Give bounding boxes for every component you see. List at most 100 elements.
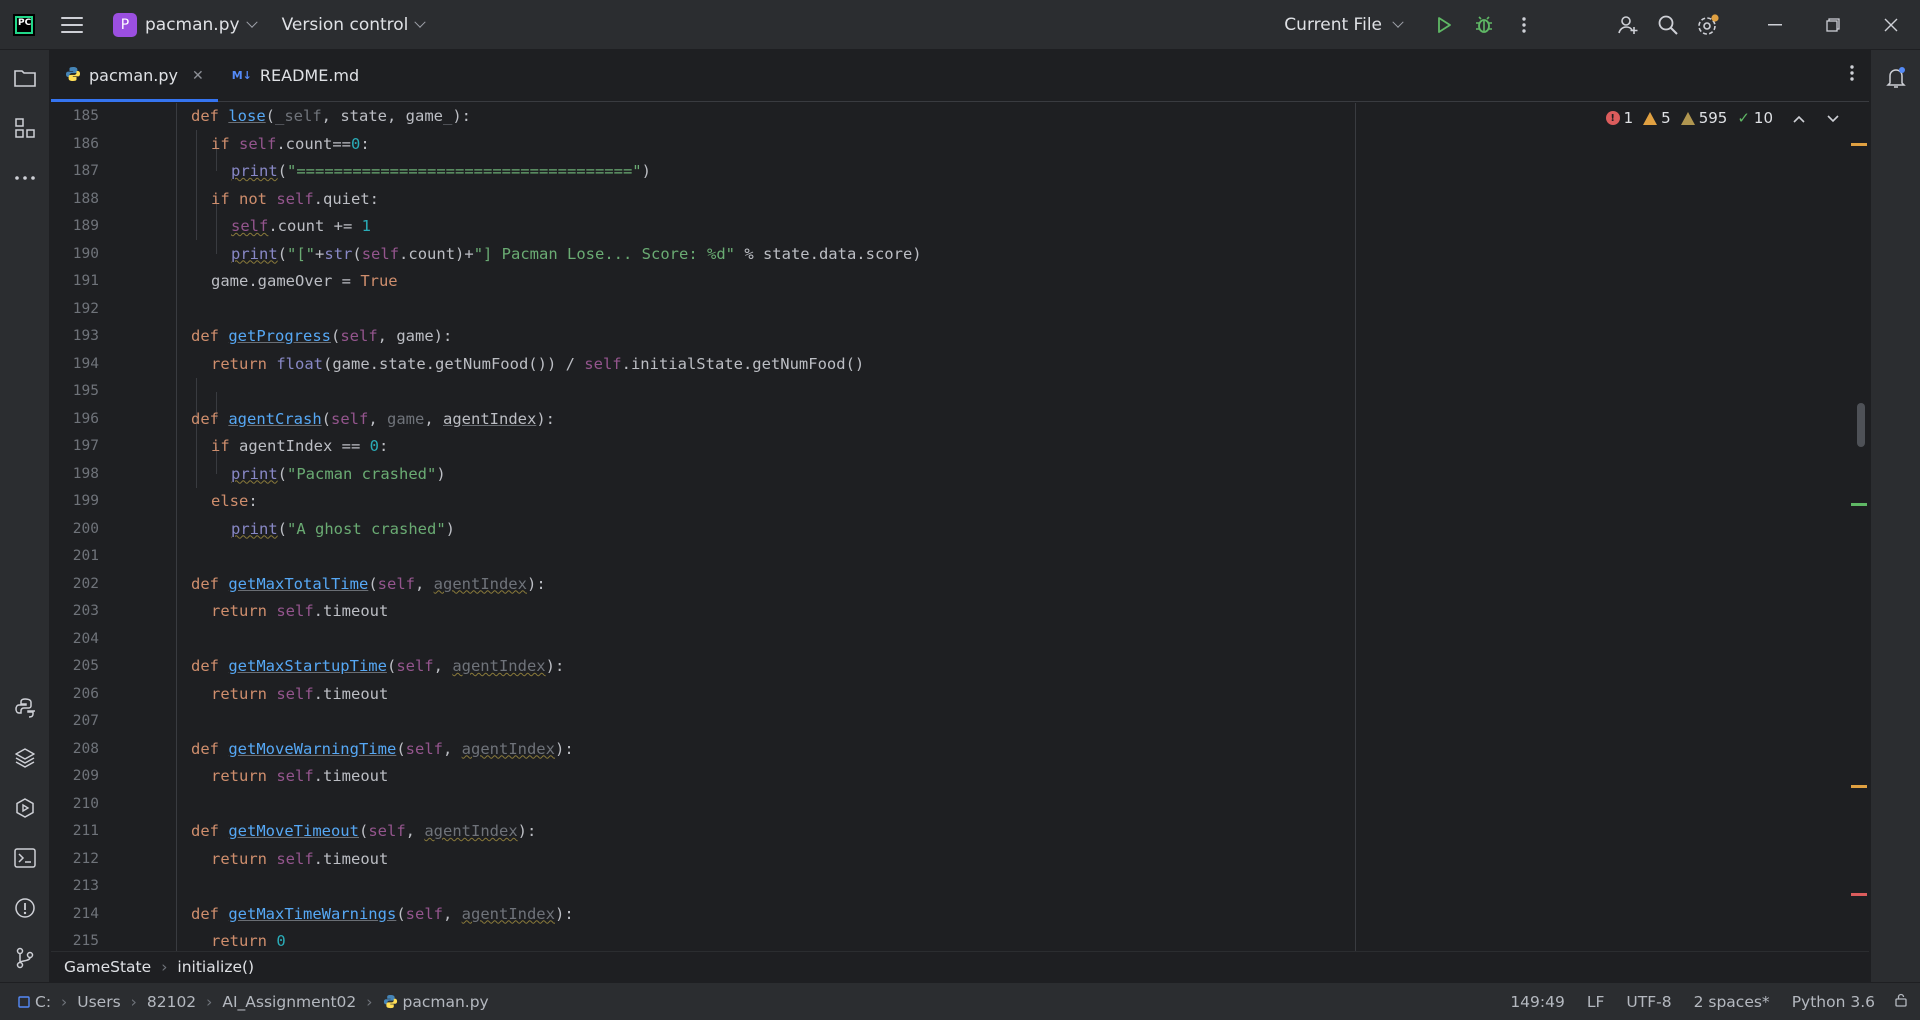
terminal-icon[interactable]: [9, 842, 41, 874]
line-number[interactable]: 210: [51, 791, 99, 819]
tab-label: README.md: [259, 66, 360, 85]
run-icon[interactable]: [1424, 5, 1464, 45]
file-encoding[interactable]: UTF-8: [1615, 993, 1682, 1011]
main-menu-icon[interactable]: [61, 16, 83, 33]
tab-options-icon[interactable]: [1849, 64, 1855, 86]
line-number[interactable]: 202: [51, 571, 99, 599]
line-number[interactable]: 195: [51, 378, 99, 406]
minimize-window-icon[interactable]: [1746, 0, 1804, 50]
line-number[interactable]: 203: [51, 598, 99, 626]
tab-readme-md[interactable]: M↓ README.md: [218, 50, 373, 101]
line-number[interactable]: 185: [51, 103, 99, 131]
line-number[interactable]: 198: [51, 461, 99, 489]
line-number[interactable]: 209: [51, 763, 99, 791]
chevron-down-icon[interactable]: [245, 16, 258, 28]
previous-highlight-icon[interactable]: [1793, 109, 1805, 127]
line-number[interactable]: 197: [51, 433, 99, 461]
python-packages-icon[interactable]: [9, 742, 41, 774]
python-console-icon[interactable]: [9, 692, 41, 724]
line-number[interactable]: 206: [51, 681, 99, 709]
vertical-scrollbar-thumb[interactable]: [1857, 403, 1865, 447]
line-number[interactable]: 211: [51, 818, 99, 846]
line-number[interactable]: 190: [51, 241, 99, 269]
line-number[interactable]: 186: [51, 131, 99, 159]
line-separator[interactable]: LF: [1576, 993, 1616, 1011]
read-only-lock-icon[interactable]: [1886, 993, 1920, 1011]
code-line: return self.timeout: [211, 849, 389, 868]
line-number[interactable]: 214: [51, 901, 99, 929]
debug-icon[interactable]: [1464, 5, 1504, 45]
more-tool-windows-icon[interactable]: [9, 162, 41, 194]
code-line: def agentCrash(self, game, agentIndex):: [191, 409, 555, 428]
caret-position[interactable]: 149:49: [1499, 993, 1576, 1011]
line-number[interactable]: 189: [51, 213, 99, 241]
settings-gear-icon[interactable]: [1688, 5, 1728, 45]
search-icon[interactable]: [1648, 5, 1688, 45]
breadcrumb-class[interactable]: GameState: [64, 958, 151, 976]
breadcrumb-method[interactable]: initialize(): [177, 958, 254, 976]
tab-pacman-py[interactable]: pacman.py ✕: [51, 50, 218, 102]
line-number[interactable]: 187: [51, 158, 99, 186]
chevron-down-icon[interactable]: [1392, 16, 1404, 28]
next-highlight-icon[interactable]: [1827, 109, 1839, 127]
editor-tabs: pacman.py ✕ M↓ README.md: [51, 50, 1869, 102]
python-interpreter[interactable]: Python 3.6: [1781, 993, 1886, 1011]
line-number[interactable]: 208: [51, 736, 99, 764]
line-number[interactable]: 207: [51, 708, 99, 736]
line-number[interactable]: 204: [51, 626, 99, 654]
line-number[interactable]: 199: [51, 488, 99, 516]
code-line: return float(game.state.getNumFood()) / …: [211, 354, 865, 373]
warning-stripe[interactable]: [1851, 143, 1867, 146]
path-segment[interactable]: 82102: [147, 993, 196, 1011]
restore-window-icon[interactable]: [1804, 0, 1862, 50]
close-tab-icon[interactable]: ✕: [192, 68, 204, 84]
path-segment[interactable]: Users: [77, 993, 120, 1011]
indent-settings[interactable]: 2 spaces*: [1683, 993, 1781, 1011]
code-line: def getMaxTotalTime(self, agentIndex):: [191, 574, 546, 593]
path-segment[interactable]: AI_Assignment02: [222, 993, 356, 1011]
problems-icon[interactable]: [9, 892, 41, 924]
version-control-menu[interactable]: Version control: [282, 15, 409, 35]
warning-count[interactable]: 5: [1643, 109, 1671, 127]
git-branch-icon[interactable]: [9, 942, 41, 974]
file-segment[interactable]: pacman.py: [383, 993, 489, 1011]
code-line: def getMoveWarningTime(self, agentIndex)…: [191, 739, 574, 758]
line-number[interactable]: 191: [51, 268, 99, 296]
change-stripe[interactable]: [1851, 503, 1867, 506]
error-stripe[interactable]: [1851, 893, 1867, 896]
code-line: game.gameOver = True: [211, 272, 398, 290]
line-number[interactable]: 201: [51, 543, 99, 571]
services-icon[interactable]: [9, 792, 41, 824]
ok-count[interactable]: ✓ 10: [1737, 109, 1773, 127]
add-user-icon[interactable]: [1608, 5, 1648, 45]
project-badge[interactable]: P: [113, 12, 137, 37]
line-number[interactable]: 188: [51, 186, 99, 214]
weak-warning-count[interactable]: 595: [1680, 109, 1727, 127]
line-number[interactable]: 212: [51, 846, 99, 874]
error-count[interactable]: ! 1: [1605, 109, 1633, 127]
code-line: print("Pacman crashed"): [231, 464, 446, 483]
run-configuration-selector[interactable]: Current File: [1284, 15, 1382, 35]
inspection-widget[interactable]: ! 1 5 595 ✓ 10: [1605, 109, 1839, 127]
more-actions-icon[interactable]: [1504, 5, 1544, 45]
line-number[interactable]: 192: [51, 296, 99, 324]
line-number[interactable]: 213: [51, 873, 99, 901]
line-number[interactable]: 215: [51, 928, 99, 951]
line-number[interactable]: 196: [51, 406, 99, 434]
line-number[interactable]: 193: [51, 323, 99, 351]
structure-icon[interactable]: [9, 112, 41, 144]
notifications-bell-icon[interactable]: [1880, 62, 1912, 94]
line-number[interactable]: 194: [51, 351, 99, 379]
warning-stripe[interactable]: [1851, 785, 1867, 788]
project-name[interactable]: pacman.py: [145, 15, 240, 35]
code-editor[interactable]: 185 186 187 188 189 190 191 192 193 194 195 196 197 1…: [51, 103, 1869, 951]
code-text[interactable]: def lose(_self, state, game_): if self.c…: [151, 103, 1451, 951]
line-number[interactable]: 205: [51, 653, 99, 681]
code-line: def getMoveTimeout(self, agentIndex):: [191, 822, 537, 840]
chevron-down-icon[interactable]: [414, 16, 427, 28]
line-number[interactable]: 200: [51, 516, 99, 544]
drive-segment[interactable]: C:: [18, 993, 51, 1011]
close-window-icon[interactable]: [1862, 0, 1920, 50]
project-folder-icon[interactable]: [9, 62, 41, 94]
warning-icon: [1643, 111, 1658, 125]
